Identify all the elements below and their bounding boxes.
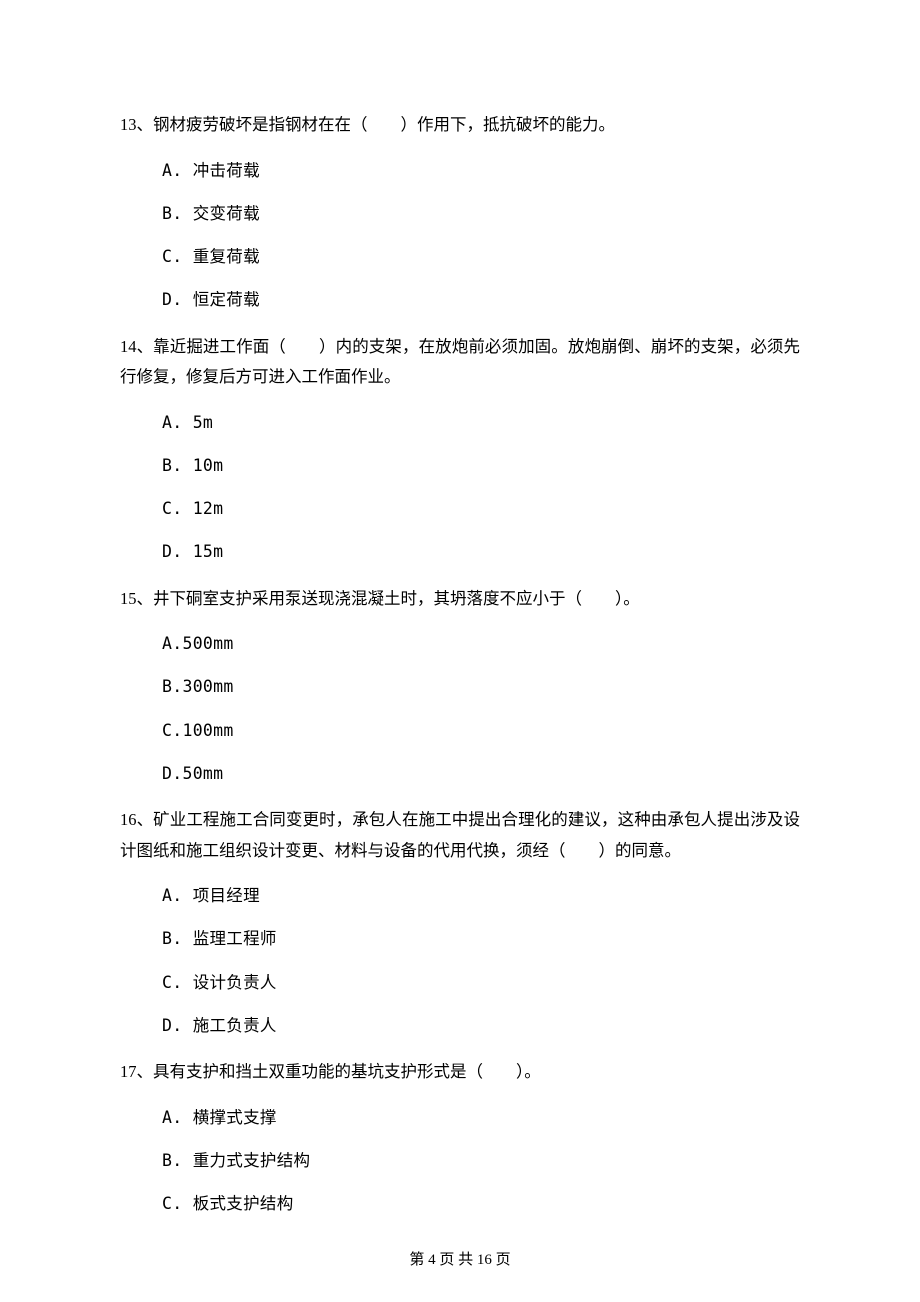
option-b: B.300mm xyxy=(162,675,800,700)
question-stem: 17、具有支护和挡土双重功能的基坑支护形式是（ ）。 xyxy=(120,1057,800,1088)
option-a: A. 横撑式支撑 xyxy=(162,1106,800,1131)
option-c: C. 12m xyxy=(162,497,800,522)
question-stem: 16、矿业工程施工合同变更时，承包人在施工中提出合理化的建议，这种由承包人提出涉… xyxy=(120,805,800,866)
question-stem: 13、钢材疲劳破坏是指钢材在在（ ）作用下，抵抗破坏的能力。 xyxy=(120,110,800,141)
option-c: C. 重复荷载 xyxy=(162,245,800,270)
option-c: C. 设计负责人 xyxy=(162,971,800,996)
question-16: 16、矿业工程施工合同变更时，承包人在施工中提出合理化的建议，这种由承包人提出涉… xyxy=(120,805,800,1039)
page-footer: 第 4 页 共 16 页 xyxy=(0,1249,920,1272)
option-d: D. 施工负责人 xyxy=(162,1014,800,1039)
options-list: A. 横撑式支撑 B. 重力式支护结构 C. 板式支护结构 xyxy=(120,1106,800,1217)
options-list: A. 项目经理 B. 监理工程师 C. 设计负责人 D. 施工负责人 xyxy=(120,884,800,1039)
question-stem: 15、井下硐室支护采用泵送现浇混凝土时，其坍落度不应小于（ ）。 xyxy=(120,584,800,615)
option-d: D. 15m xyxy=(162,540,800,565)
option-b: B. 重力式支护结构 xyxy=(162,1149,800,1174)
question-13: 13、钢材疲劳破坏是指钢材在在（ ）作用下，抵抗破坏的能力。 A. 冲击荷载 B… xyxy=(120,110,800,313)
option-d: D. 恒定荷载 xyxy=(162,288,800,313)
question-14: 14、靠近掘进工作面（ ）内的支架，在放炮前必须加固。放炮崩倒、崩坏的支架，必须… xyxy=(120,332,800,566)
question-17: 17、具有支护和挡土双重功能的基坑支护形式是（ ）。 A. 横撑式支撑 B. 重… xyxy=(120,1057,800,1217)
option-a: A. 项目经理 xyxy=(162,884,800,909)
question-stem: 14、靠近掘进工作面（ ）内的支架，在放炮前必须加固。放炮崩倒、崩坏的支架，必须… xyxy=(120,332,800,393)
option-d: D.50mm xyxy=(162,762,800,787)
option-b: B. 交变荷载 xyxy=(162,202,800,227)
option-c: C.100mm xyxy=(162,719,800,744)
option-a: A. 冲击荷载 xyxy=(162,159,800,184)
page-content: 13、钢材疲劳破坏是指钢材在在（ ）作用下，抵抗破坏的能力。 A. 冲击荷载 B… xyxy=(0,0,920,1217)
options-list: A. 5m B. 10m C. 12m D. 15m xyxy=(120,411,800,566)
question-15: 15、井下硐室支护采用泵送现浇混凝土时，其坍落度不应小于（ ）。 A.500mm… xyxy=(120,584,800,787)
option-c: C. 板式支护结构 xyxy=(162,1192,800,1217)
option-b: B. 监理工程师 xyxy=(162,927,800,952)
options-list: A. 冲击荷载 B. 交变荷载 C. 重复荷载 D. 恒定荷载 xyxy=(120,159,800,314)
options-list: A.500mm B.300mm C.100mm D.50mm xyxy=(120,632,800,787)
option-a: A. 5m xyxy=(162,411,800,436)
option-b: B. 10m xyxy=(162,454,800,479)
option-a: A.500mm xyxy=(162,632,800,657)
